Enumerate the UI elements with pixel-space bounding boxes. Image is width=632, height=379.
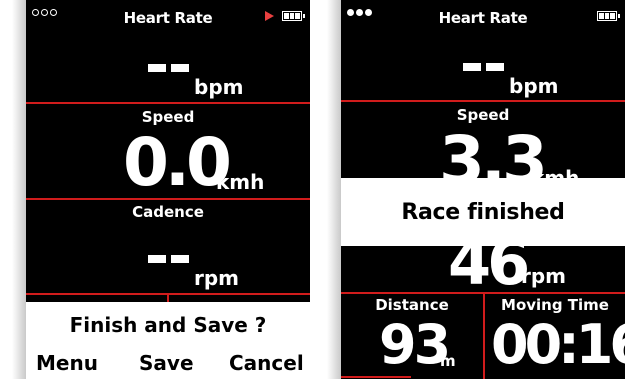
speed-unit: kmh (216, 170, 265, 194)
cadence-unit: rpm (521, 264, 567, 288)
cancel-button[interactable]: Cancel (229, 353, 304, 373)
recording-icon (265, 11, 274, 21)
status-bar: Heart Rate (26, 0, 310, 34)
cadence-unit: rpm (194, 266, 240, 290)
heart-rate-unit: bpm (509, 74, 559, 98)
race-finished-banner: Race finished (341, 178, 625, 246)
left-device-screen: Heart Rate bpm Speed 0.0 kmh Cadence rpm… (26, 0, 310, 379)
status-title: Heart Rate (438, 9, 528, 27)
distance-value: 93 (379, 313, 451, 376)
divider (341, 376, 411, 378)
finish-save-dialog: Finish and Save ? Menu Save Cancel (26, 302, 310, 379)
battery-icon (597, 11, 620, 21)
distance-label: Distance (375, 296, 449, 314)
status-bar: Heart Rate (341, 0, 625, 34)
divider (341, 100, 625, 102)
save-button[interactable]: Save (139, 353, 194, 373)
divider (26, 198, 310, 200)
menu-button[interactable]: Menu (36, 353, 98, 373)
moving-time-label: Moving Time (501, 296, 609, 314)
banner-text: Race finished (401, 200, 565, 225)
speed-value: 0.0 (123, 124, 232, 201)
divider (26, 102, 310, 104)
moving-time-value: 00:16 (491, 313, 625, 376)
right-device-screen: Heart Rate bpm Speed 3.3 kmh 46 rpm Race… (341, 0, 625, 379)
distance-unit: m (440, 352, 456, 370)
battery-icon (282, 11, 305, 21)
cadence-label: Cadence (132, 203, 204, 221)
heart-rate-unit: bpm (194, 75, 244, 99)
dialog-title: Finish and Save ? (69, 313, 267, 337)
